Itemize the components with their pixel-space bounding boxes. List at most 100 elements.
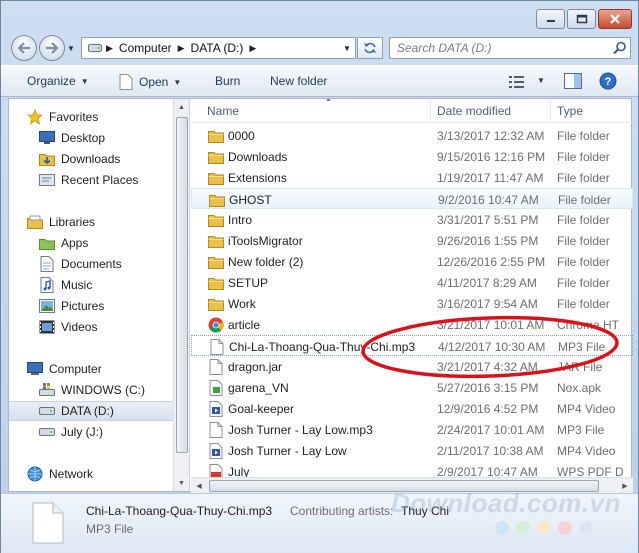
nav-music[interactable]: Music: [39, 275, 173, 295]
breadcrumb-data-d[interactable]: DATA (D:): [187, 41, 248, 55]
breadcrumb-computer[interactable]: Computer: [115, 41, 176, 55]
file-name: Josh Turner - Lay Low.mp3: [228, 423, 373, 437]
explorer-window: ▼ ▶ Computer ▶ DATA (D:) ▶ ▼ Search DATA…: [0, 0, 639, 553]
file-icon: [119, 74, 133, 90]
preview-pane-icon[interactable]: [564, 73, 582, 89]
nav-videos[interactable]: Videos: [39, 317, 173, 337]
breadcrumb-separator[interactable]: ▶: [247, 43, 258, 54]
column-header-name[interactable]: Name ▲: [201, 99, 431, 123]
file-type: MP3 File: [557, 423, 605, 437]
watermark: Download.com.vn: [391, 488, 621, 518]
folder-icon: [208, 212, 224, 228]
address-bar[interactable]: ▶ Computer ▶ DATA (D:) ▶ ▼: [81, 37, 356, 59]
refresh-button[interactable]: [357, 37, 383, 59]
view-options-icon[interactable]: [509, 75, 525, 89]
file-row[interactable]: 0000 3/13/2017 12:32 AM File folder: [191, 125, 633, 146]
nav-network[interactable]: Network: [27, 464, 173, 484]
nav-documents[interactable]: Documents: [39, 254, 173, 274]
organize-label: Organize: [27, 74, 76, 88]
open-button[interactable]: Open ▼: [119, 74, 181, 90]
organize-button[interactable]: Organize ▼: [27, 74, 89, 88]
breadcrumb-separator[interactable]: ▶: [176, 43, 187, 54]
removable-drive-icon: [39, 424, 55, 440]
new-folder-label: New folder: [270, 74, 328, 88]
scroll-left-arrow[interactable]: ◀: [191, 478, 207, 493]
nav-label: DATA (D:): [61, 404, 114, 418]
nav-pictures[interactable]: Pictures: [39, 296, 173, 316]
navigation-scrollbar[interactable]: ▲ ▼: [173, 99, 190, 491]
file-preview-icon: [32, 502, 64, 544]
file-name: 0000: [228, 129, 255, 143]
nav-recent-places[interactable]: Recent Places: [39, 170, 173, 190]
back-button[interactable]: [11, 35, 37, 61]
column-header-type[interactable]: Type: [551, 99, 633, 123]
folder-icon: [208, 254, 224, 270]
apk-icon: [208, 380, 224, 396]
file-type: File folder: [557, 213, 610, 227]
view-dropdown-icon[interactable]: ▼: [537, 76, 545, 85]
help-icon[interactable]: ?: [599, 72, 617, 90]
sort-ascending-icon: ▲: [325, 99, 332, 103]
details-artists-label: Contributing artists:: [290, 504, 394, 518]
search-input[interactable]: Search DATA (D:): [389, 37, 631, 59]
folder-icon: [208, 275, 224, 291]
scrollbar-thumb[interactable]: [176, 117, 188, 453]
file-row[interactable]: Extensions 1/19/2017 11:47 AM File folder: [191, 167, 633, 188]
file-row[interactable]: New folder (2) 12/26/2016 2:55 PM File fol…: [191, 251, 633, 272]
file-type: MP4 Video: [557, 444, 616, 458]
folder-icon: [208, 170, 224, 186]
file-type: File folder: [557, 171, 610, 185]
file-row[interactable]: Josh Turner - Lay Low.mp3 2/24/2017 10:01…: [191, 419, 633, 440]
file-name: article: [228, 318, 261, 332]
back-arrow-icon: [17, 42, 30, 54]
breadcrumb-separator[interactable]: ▶: [104, 43, 115, 54]
file-row[interactable]: Intro 3/31/2017 5:51 PM File folder: [191, 209, 633, 230]
file-row[interactable]: Work 3/16/2017 9:54 AM File folder: [191, 293, 633, 314]
drive-icon: [86, 37, 104, 59]
nav-july-j[interactable]: July (J:): [39, 422, 173, 442]
file-date: 3/13/2017 12:32 AM: [437, 129, 545, 143]
file-name: garena_VN: [228, 381, 289, 395]
file-type: File folder: [557, 234, 610, 248]
nav-apps[interactable]: Apps: [39, 233, 173, 253]
file-name: Goal-keeper: [228, 402, 295, 416]
nav-computer[interactable]: Computer: [27, 359, 173, 379]
file-row[interactable]: Downloads 9/15/2016 12:16 PM File folder: [191, 146, 633, 167]
burn-button[interactable]: Burn: [215, 74, 240, 88]
recent-pages-dropdown[interactable]: ▼: [67, 44, 75, 53]
svg-text:?: ?: [605, 76, 612, 88]
file-row[interactable]: GHOST 9/2/2016 10:47 AM File folder: [191, 188, 633, 209]
minimize-button[interactable]: [536, 9, 565, 29]
address-history-dropdown[interactable]: ▼: [339, 38, 355, 58]
nav-data-d[interactable]: DATA (D:): [9, 401, 173, 421]
nav-desktop[interactable]: Desktop: [39, 128, 173, 148]
search-icon[interactable]: [613, 41, 627, 55]
file-date: 2/11/2017 10:38 AM: [437, 444, 544, 458]
nav-windows-c[interactable]: WINDOWS (C:): [39, 380, 173, 400]
nav-downloads[interactable]: Downloads: [39, 149, 173, 169]
recent-places-icon: [39, 172, 55, 188]
burn-label: Burn: [215, 74, 241, 88]
pictures-icon: [39, 298, 55, 314]
file-row[interactable]: Goal-keeper 12/9/2016 4:52 PM MP4 Video: [191, 398, 633, 419]
file-type: File folder: [557, 297, 610, 311]
file-name: iToolsMigrator: [228, 234, 303, 248]
column-header-date[interactable]: Date modified: [431, 99, 551, 123]
file-row[interactable]: SETUP 4/11/2017 8:29 AM File folder: [191, 272, 633, 293]
scroll-up-arrow[interactable]: ▲: [174, 99, 189, 115]
navigation-pane: Favorites Desktop Downloads Recent Place…: [9, 99, 173, 491]
nav-label: July (J:): [61, 425, 103, 439]
file-date: 9/2/2016 10:47 AM: [438, 193, 539, 207]
nav-libraries[interactable]: Libraries: [27, 212, 173, 232]
file-list: Name ▲ Date modified Type 0000 3/13/2017 …: [191, 99, 633, 491]
nav-favorites[interactable]: Favorites: [27, 107, 173, 127]
scroll-down-arrow[interactable]: ▼: [174, 475, 189, 491]
new-folder-button[interactable]: New folder: [270, 74, 327, 88]
forward-button[interactable]: [39, 35, 65, 61]
close-button[interactable]: [598, 9, 632, 29]
file-row[interactable]: Josh Turner - Lay Low 2/11/2017 10:38 AM M…: [191, 440, 633, 461]
file-date: 1/19/2017 11:47 AM: [437, 171, 544, 185]
file-row[interactable]: iToolsMigrator 9/26/2016 1:55 PM File fold…: [191, 230, 633, 251]
maximize-button[interactable]: [567, 9, 596, 29]
file-type: File folder: [557, 129, 610, 143]
